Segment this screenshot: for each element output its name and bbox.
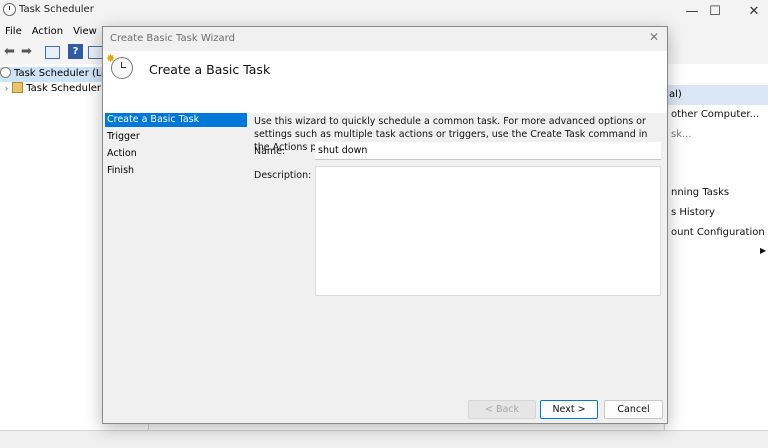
back-button[interactable]: < Back xyxy=(468,400,536,419)
menu-bar: File Action View xyxy=(0,24,102,40)
menu-view[interactable]: View xyxy=(68,24,102,40)
star-icon: ✸ xyxy=(106,52,116,65)
help-icon[interactable]: ? xyxy=(68,44,83,59)
action-create-basic-task[interactable]: sk... xyxy=(671,129,692,140)
step-create-basic-task[interactable]: Create a Basic Task xyxy=(105,113,247,127)
dialog-title: Create Basic Task Wizard xyxy=(110,33,235,44)
action-history[interactable]: s History xyxy=(671,207,715,218)
tree-item-library-label: Task Scheduler L xyxy=(26,83,110,94)
dialog-heading: Create a Basic Task xyxy=(149,62,271,77)
step-action[interactable]: Action xyxy=(105,147,247,161)
forward-arrow-icon[interactable]: ➡ xyxy=(19,44,34,59)
clock-icon xyxy=(0,67,11,78)
action-pane-icon[interactable] xyxy=(88,46,103,59)
cancel-button[interactable]: Cancel xyxy=(604,400,663,419)
dialog-close-icon[interactable]: ✕ xyxy=(647,30,661,44)
action-account-config[interactable]: ount Configuration xyxy=(671,227,765,238)
next-button[interactable]: Next > xyxy=(540,400,598,419)
actions-pane: al) other Computer... sk... nning Tasks … xyxy=(664,64,768,447)
dialog-header: ✸ Create a Basic Task xyxy=(103,51,667,113)
name-field[interactable] xyxy=(315,142,661,160)
step-trigger[interactable]: Trigger xyxy=(105,130,247,144)
description-field[interactable] xyxy=(315,166,661,296)
tree-item-root[interactable]: Task Scheduler (Loca xyxy=(0,67,104,82)
step-finish[interactable]: Finish xyxy=(105,164,247,178)
name-label: Name: xyxy=(254,146,286,157)
menu-file[interactable]: File xyxy=(0,24,27,40)
action-connect[interactable]: other Computer... xyxy=(671,109,759,120)
clock-icon xyxy=(3,3,16,16)
close-button[interactable]: ✕ xyxy=(731,0,768,22)
triangle-right-icon[interactable]: ▶ xyxy=(760,246,766,255)
window-titlebar xyxy=(0,0,768,22)
action-running-tasks[interactable]: nning Tasks xyxy=(671,187,729,198)
tree-item-root-label: Task Scheduler (Loca xyxy=(14,68,104,79)
menu-action[interactable]: Action xyxy=(27,24,68,40)
console-tree-icon[interactable] xyxy=(45,46,60,59)
status-bar xyxy=(0,430,768,448)
chevron-right-icon[interactable]: › xyxy=(5,84,8,93)
description-label: Description: xyxy=(254,170,312,181)
back-arrow-icon[interactable]: ⬅ xyxy=(2,44,17,59)
actions-header[interactable]: al) xyxy=(665,85,768,105)
tree-item-library[interactable]: › Task Scheduler L xyxy=(5,82,110,97)
create-basic-task-dialog: Create Basic Task Wizard ✕ ✸ Create a Ba… xyxy=(102,26,668,424)
folder-icon xyxy=(12,82,24,93)
window-title: Task Scheduler xyxy=(19,4,94,15)
